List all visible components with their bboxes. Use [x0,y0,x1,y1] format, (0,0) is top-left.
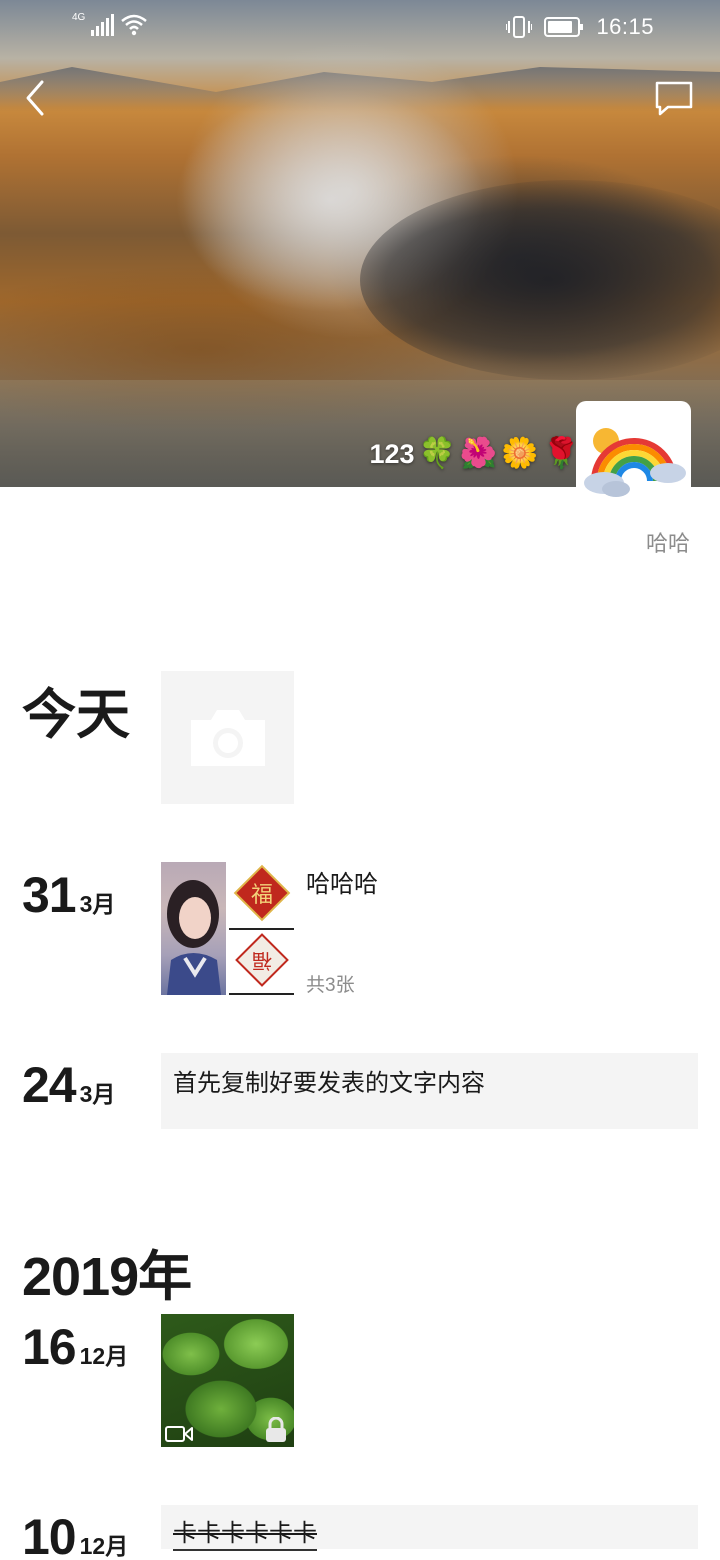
fu-character: 福 [251,883,273,908]
photo-count: 共3张 [306,975,355,996]
fu-card-inverted: 福 [235,933,289,987]
back-button[interactable] [18,78,54,118]
vibrate-icon [506,16,533,38]
photo-portrait [161,862,226,995]
post-month: 12月 [79,1343,129,1369]
blossom-emoji: 🌼 [501,437,539,470]
comment-icon [655,81,693,116]
fu-card: 福 [233,864,291,922]
network-type: 4G [72,11,86,23]
status-left: 4G [72,11,148,36]
today-label: 今天 [22,685,130,745]
post-month: 3月 [79,891,116,917]
fu-character-inverted: 福 [252,949,272,973]
nickname: 哈哈 [645,531,690,556]
signal-icon [91,14,115,36]
status-right: 16:15 [506,14,654,40]
text-post-card[interactable]: 首先复制好要发表的文字内容 [161,1053,698,1129]
post-photo-button[interactable] [161,671,294,804]
video-icon [165,1426,193,1442]
rose-emoji: 🌹 [542,437,580,470]
post-date: 31 3月 [22,866,115,924]
status-bar: 4G 16:15 [0,0,720,56]
photo-fu-2: 福 [229,932,294,995]
wifi-icon [121,14,148,36]
chevron-left-icon [26,80,44,116]
photo-fu-1: 福 [229,862,294,930]
battery-icon [544,17,584,37]
hibiscus-emoji: 🌺 [459,437,498,470]
messages-button[interactable] [654,80,694,118]
lock-icon [266,1417,286,1442]
signature: 123 🍀 🌺 🌼 🌹 [370,434,581,474]
clover-emoji: 🍀 [418,437,456,470]
clock: 16:15 [596,14,654,39]
post-date: 16 12月 [22,1318,128,1376]
post-date: 10 12月 [22,1508,128,1560]
signature-text: 123 [369,438,415,469]
post-date: 24 3月 [22,1056,115,1114]
video-post-thumbnail[interactable] [161,1314,294,1447]
camera-icon [190,709,265,766]
rainbow-icon [584,428,686,497]
post-month: 3月 [79,1081,116,1107]
portrait-figure [167,880,221,995]
photo-post-thumbnail[interactable]: 福 福 [161,862,294,995]
avatar[interactable] [576,401,691,516]
year-label: 2019年 [22,1247,192,1307]
post-day: 10 [22,1509,77,1560]
text-post-card[interactable]: 卡卡卡卡卡卡 [161,1505,698,1551]
post-day: 16 [22,1319,77,1375]
post-day: 24 [22,1057,77,1113]
post-month: 12月 [79,1533,129,1559]
post-caption[interactable]: 哈哈哈 [306,864,378,899]
text-post-content: 首先复制好要发表的文字内容 [173,1070,485,1097]
text-post-content: 卡卡卡卡卡卡 [173,1520,317,1551]
post-day: 31 [22,867,77,923]
